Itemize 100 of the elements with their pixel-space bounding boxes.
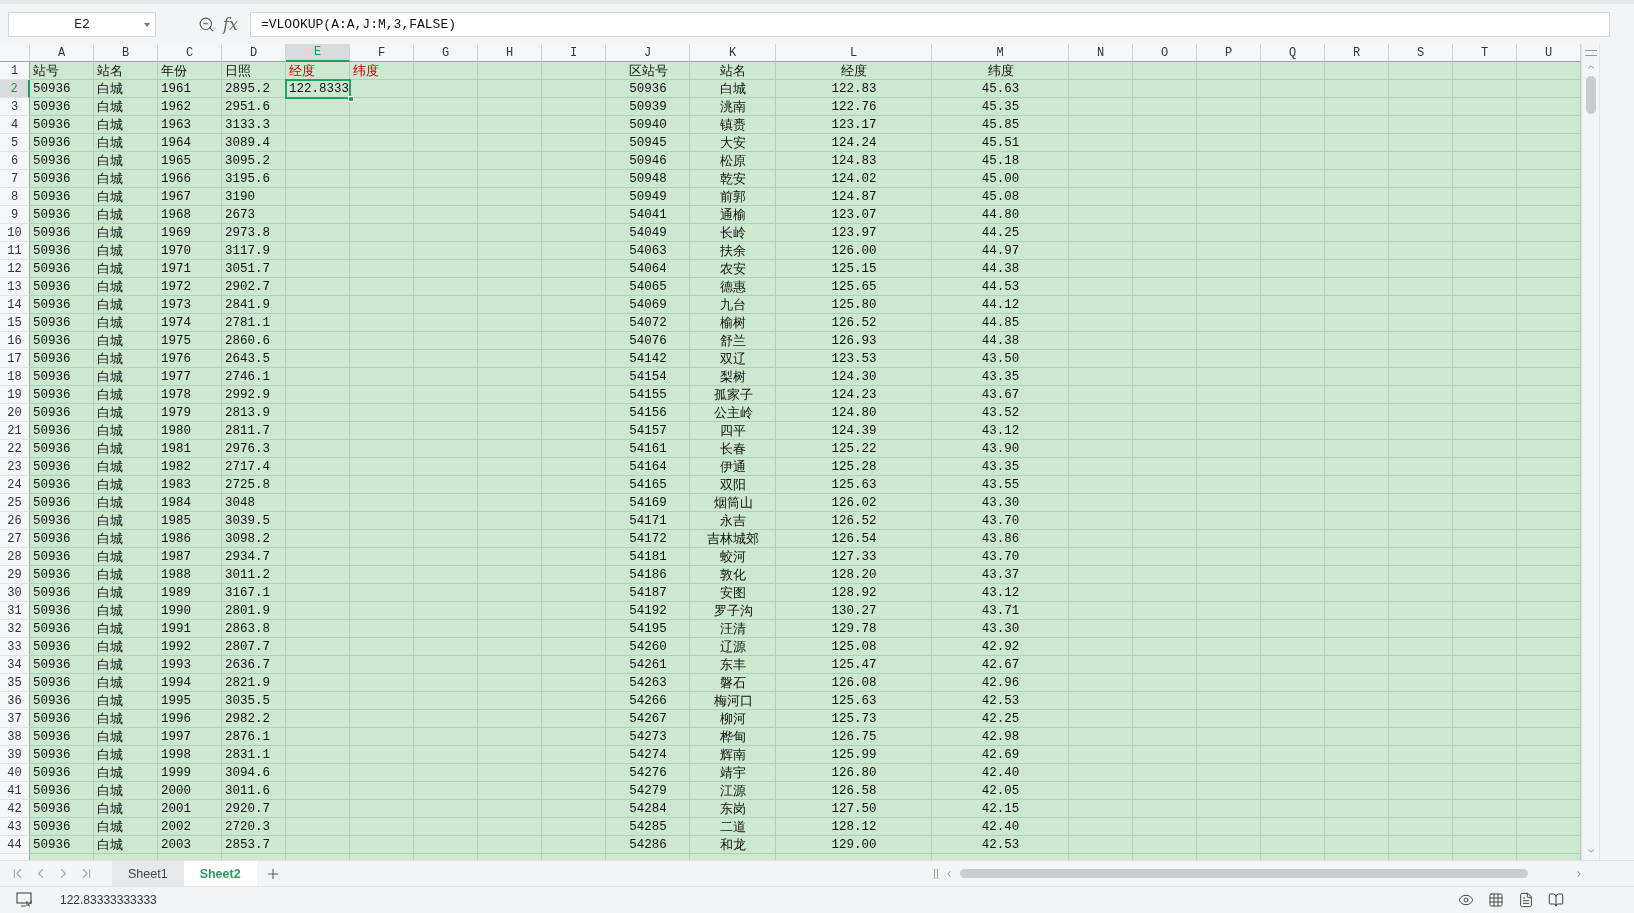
- table-cell-text: 白城: [96, 585, 124, 602]
- row-number[interactable]: 9: [0, 206, 30, 224]
- select-all-corner[interactable]: [0, 44, 30, 62]
- name-box[interactable]: E2: [8, 11, 156, 37]
- row-number[interactable]: 17: [0, 350, 30, 368]
- row-number[interactable]: 39: [0, 746, 30, 764]
- row-number[interactable]: 43: [0, 818, 30, 836]
- row-number[interactable]: 6: [0, 152, 30, 170]
- column-header[interactable]: B: [94, 44, 158, 62]
- column-header[interactable]: S: [1389, 44, 1453, 62]
- table-cell-text: 2841.9: [224, 297, 271, 314]
- fill-handle[interactable]: [348, 96, 354, 102]
- row-number[interactable]: 11: [0, 242, 30, 260]
- row-number[interactable]: 41: [0, 782, 30, 800]
- book-icon[interactable]: [1548, 892, 1564, 908]
- column-header[interactable]: F: [350, 44, 414, 62]
- row-number[interactable]: 16: [0, 332, 30, 350]
- row-number[interactable]: 18: [0, 368, 30, 386]
- row-number[interactable]: 29: [0, 566, 30, 584]
- row-number[interactable]: 27: [0, 530, 30, 548]
- table-cell-text: 白城: [96, 603, 124, 620]
- row-number[interactable]: 23: [0, 458, 30, 476]
- row-number[interactable]: 20: [0, 404, 30, 422]
- row-number[interactable]: 44: [0, 836, 30, 854]
- sheet-tab[interactable]: Sheet2: [183, 860, 257, 887]
- zoom-icon[interactable]: [198, 15, 215, 33]
- row-number[interactable]: 7: [0, 170, 30, 188]
- grid-icon[interactable]: [1488, 892, 1504, 908]
- column-header[interactable]: T: [1453, 44, 1517, 62]
- row-number[interactable]: 19: [0, 386, 30, 404]
- table-cell-text: 1992: [160, 639, 192, 656]
- column-header[interactable]: A: [30, 44, 94, 62]
- row-number[interactable]: 42: [0, 800, 30, 818]
- row-number[interactable]: 3: [0, 98, 30, 116]
- row-number[interactable]: 34: [0, 656, 30, 674]
- table-cell-text: 50936: [32, 225, 72, 242]
- column-header[interactable]: O: [1133, 44, 1197, 62]
- row-number[interactable]: 25: [0, 494, 30, 512]
- row-number[interactable]: 33: [0, 638, 30, 656]
- column-header[interactable]: J: [606, 44, 690, 62]
- table-cell-text: 54186: [628, 567, 668, 584]
- row-number[interactable]: 13: [0, 278, 30, 296]
- table-cell-text: 吉林城郊: [706, 531, 760, 548]
- row-number[interactable]: 30: [0, 584, 30, 602]
- scrollbar-thumb[interactable]: [1585, 76, 1596, 114]
- row-number[interactable]: 14: [0, 296, 30, 314]
- table-cell-text: 50936: [32, 765, 72, 782]
- column-header[interactable]: P: [1197, 44, 1261, 62]
- row-number[interactable]: 4: [0, 116, 30, 134]
- row-number[interactable]: 26: [0, 512, 30, 530]
- row-number[interactable]: 37: [0, 710, 30, 728]
- row-number[interactable]: 1: [0, 62, 30, 80]
- column-header[interactable]: D: [222, 44, 286, 62]
- column-header[interactable]: Q: [1261, 44, 1325, 62]
- column-header[interactable]: U: [1517, 44, 1581, 62]
- column-header[interactable]: C: [158, 44, 222, 62]
- scroll-left-icon[interactable]: [944, 868, 954, 879]
- row-number[interactable]: 8: [0, 188, 30, 206]
- column-header[interactable]: N: [1069, 44, 1133, 62]
- scroll-right-icon[interactable]: [1574, 868, 1584, 879]
- row-number[interactable]: 10: [0, 224, 30, 242]
- column-header[interactable]: K: [690, 44, 776, 62]
- column-header[interactable]: L: [776, 44, 932, 62]
- row-number[interactable]: 22: [0, 440, 30, 458]
- column-header[interactable]: G: [414, 44, 478, 62]
- caret-icon[interactable]: [144, 22, 150, 27]
- row-number[interactable]: 35: [0, 674, 30, 692]
- row-number[interactable]: 12: [0, 260, 30, 278]
- table-cell-text: 54049: [628, 225, 668, 242]
- row-number[interactable]: 31: [0, 602, 30, 620]
- formula-field[interactable]: =VLOOKUP(A:A,J:M,3,FALSE): [249, 11, 1610, 37]
- row-number[interactable]: 5: [0, 134, 30, 152]
- row-number[interactable]: 32: [0, 620, 30, 638]
- table-cell-text: 54169: [628, 495, 668, 512]
- column-header[interactable]: H: [478, 44, 542, 62]
- table-cell-text: 50936: [32, 729, 72, 746]
- sheet-tab[interactable]: Sheet1: [112, 860, 184, 887]
- column-header[interactable]: M: [932, 44, 1069, 62]
- row-number[interactable]: 21: [0, 422, 30, 440]
- row-number[interactable]: 40: [0, 764, 30, 782]
- table-cell-text: 45.35: [980, 99, 1021, 116]
- row-number[interactable]: 28: [0, 548, 30, 566]
- row-number[interactable]: 24: [0, 476, 30, 494]
- column-header[interactable]: I: [542, 44, 606, 62]
- monitor-icon[interactable]: [16, 892, 34, 908]
- row-number[interactable]: 38: [0, 728, 30, 746]
- page-icon[interactable]: [1518, 892, 1534, 908]
- row-number[interactable]: 36: [0, 692, 30, 710]
- eye-icon[interactable]: [1458, 892, 1474, 908]
- table-cell-text: 54195: [628, 621, 668, 638]
- scrollbar-thumb[interactable]: [960, 869, 1528, 878]
- split-handle[interactable]: [934, 868, 938, 879]
- scroll-down-icon[interactable]: [1585, 846, 1596, 856]
- column-header[interactable]: R: [1325, 44, 1389, 62]
- row-number[interactable]: 15: [0, 314, 30, 332]
- split-handle[interactable]: [1584, 50, 1597, 56]
- table-cell-text: 1965: [160, 153, 192, 170]
- function-button[interactable]: fx: [223, 14, 238, 34]
- scroll-up-icon[interactable]: [1585, 62, 1596, 72]
- table-cell-text: 43.30: [980, 495, 1021, 512]
